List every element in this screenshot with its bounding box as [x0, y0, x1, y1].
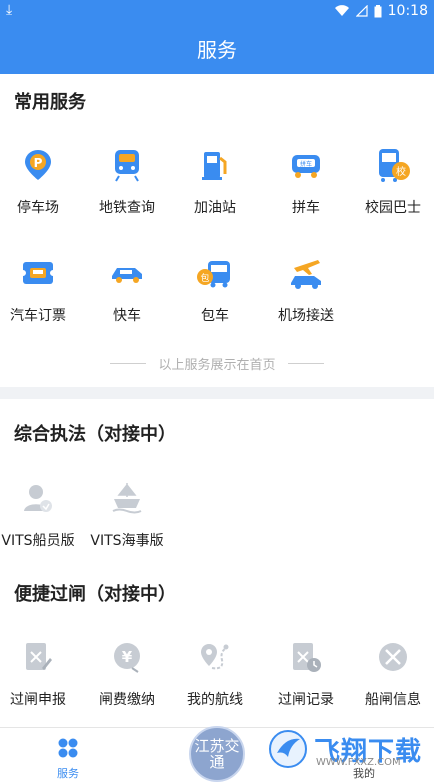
watermark-logo: 飞翔下载 WWW.FXXZ.COM [268, 727, 434, 771]
bird-logo-icon [269, 730, 307, 768]
service-metro[interactable]: 地铁查询 [84, 145, 170, 217]
section-title-enforce: 综合执法（对接中） [14, 424, 176, 445]
service-my-route[interactable]: 我的航线 [172, 637, 258, 709]
service-lock-info[interactable]: 船闸信息 [350, 637, 434, 709]
status-time: 10:18 [387, 3, 428, 19]
svg-text:包: 包 [200, 272, 209, 284]
gas-station-icon [195, 145, 235, 185]
parking-icon: P [18, 145, 58, 185]
svg-text:拼车: 拼车 [300, 160, 312, 168]
fee-pay-icon: ¥ [107, 637, 147, 677]
express-car-icon [107, 253, 147, 293]
tab-service[interactable]: 服务 [18, 727, 118, 783]
download-icon: ⤓ [6, 2, 13, 18]
service-lock-declare[interactable]: 过闸申报 [0, 637, 81, 709]
service-gas-station[interactable]: 加油站 [172, 145, 258, 217]
battery-icon [374, 4, 382, 17]
route-icon [195, 637, 235, 677]
maritime-icon [107, 478, 147, 518]
service-charter-bus[interactable]: 包 包车 [172, 253, 258, 325]
service-bus-ticket[interactable]: 汽车订票 [0, 253, 81, 325]
page-header: 服务 [0, 22, 434, 74]
service-carpool[interactable]: 拼车 拼车 [263, 145, 349, 217]
crew-icon [18, 478, 58, 518]
jiangsu-transport-logo[interactable]: 江苏交通 [189, 726, 245, 782]
status-bar: ⤓ 10:18 [0, 0, 434, 22]
section-title-lock: 便捷过闸（对接中） [14, 584, 176, 605]
lock-record-icon [286, 637, 326, 677]
service-airport-transfer[interactable]: 机场接送 [263, 253, 349, 325]
charter-bus-icon: 包 [195, 253, 235, 293]
home-services-note: 以上服务展示在首页 [0, 354, 434, 373]
wifi-icon [334, 5, 349, 17]
service-vits-crew[interactable]: VITS船员版 [0, 478, 81, 550]
airport-transfer-icon [286, 253, 326, 293]
section-divider [0, 387, 434, 399]
service-school-bus[interactable]: 校 校园巴士 [350, 145, 434, 217]
signal-icon [355, 5, 368, 17]
school-bus-icon: 校 [373, 145, 413, 185]
service-lock-record[interactable]: 过闸记录 [263, 637, 349, 709]
note-line-right [287, 363, 324, 364]
carpool-icon: 拼车 [286, 145, 326, 185]
service-vits-maritime[interactable]: VITS海事版 [84, 478, 170, 550]
service-fee-pay[interactable]: ¥ 闸费缴纳 [84, 637, 170, 709]
note-line-left [110, 363, 147, 364]
svg-text:¥: ¥ [122, 648, 133, 666]
lock-declare-icon [18, 637, 58, 677]
bus-ticket-icon [18, 253, 58, 293]
svg-text:P: P [34, 156, 43, 170]
service-express-car[interactable]: 快车 [84, 253, 170, 325]
page-title: 服务 [197, 37, 237, 62]
svg-text:校: 校 [396, 165, 406, 178]
section-title-common: 常用服务 [14, 92, 86, 113]
lock-info-icon [373, 637, 413, 677]
service-tab-icon [58, 738, 78, 758]
service-parking[interactable]: P 停车场 [0, 145, 81, 217]
metro-icon [107, 145, 147, 185]
